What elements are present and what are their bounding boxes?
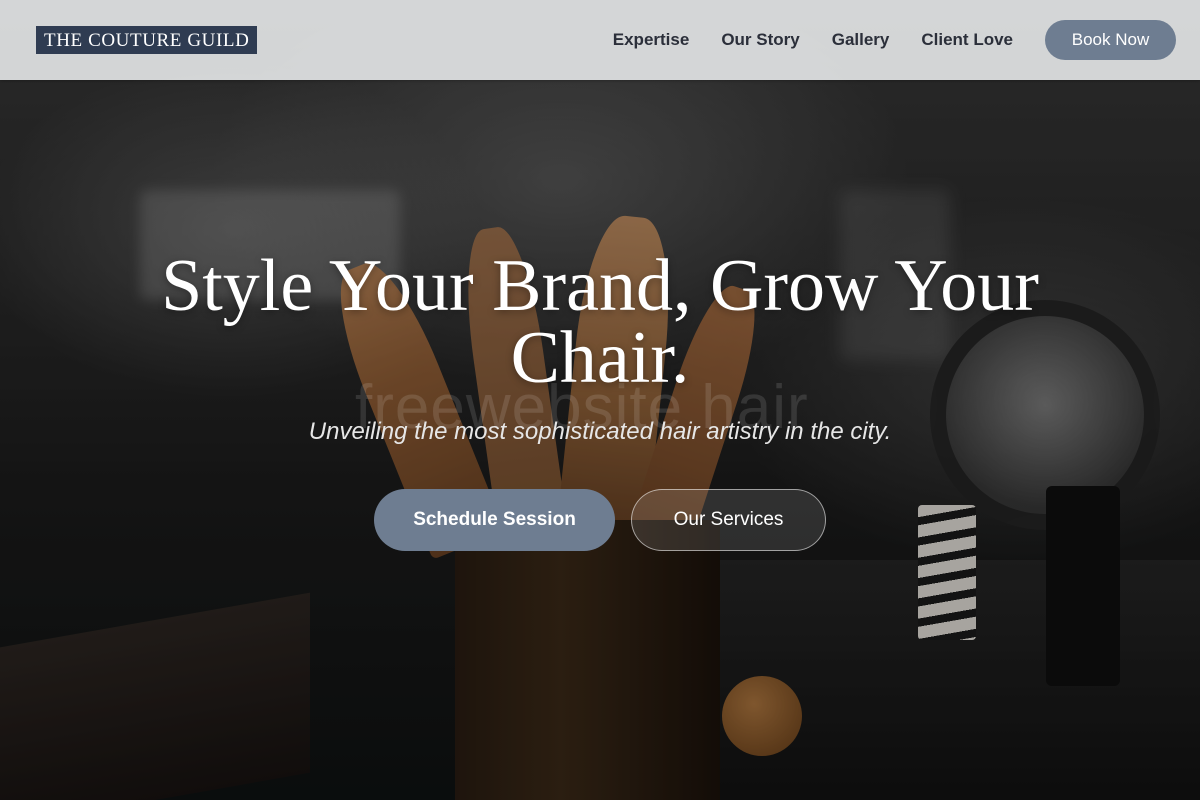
book-now-button[interactable]: Book Now [1045, 20, 1176, 60]
nav-link-gallery[interactable]: Gallery [832, 30, 890, 50]
our-services-button[interactable]: Our Services [631, 489, 826, 551]
hero-background: freewebsite hair [0, 0, 1200, 800]
brand-logo[interactable]: THE COUTURE GUILD [36, 26, 258, 54]
hero-headline: Style Your Brand, Grow Your Chair. [161, 245, 1039, 399]
site-header: THE COUTURE GUILD Expertise Our Story Ga… [0, 0, 1200, 80]
hero-subline: Unveiling the most sophisticated hair ar… [308, 418, 892, 445]
main-nav: Expertise Our Story Gallery Client Love … [613, 20, 1176, 60]
nav-link-client-love[interactable]: Client Love [921, 30, 1013, 50]
nav-link-expertise[interactable]: Expertise [613, 30, 690, 50]
nav-link-our-story[interactable]: Our Story [721, 30, 799, 50]
schedule-session-button[interactable]: Schedule Session [374, 489, 615, 551]
